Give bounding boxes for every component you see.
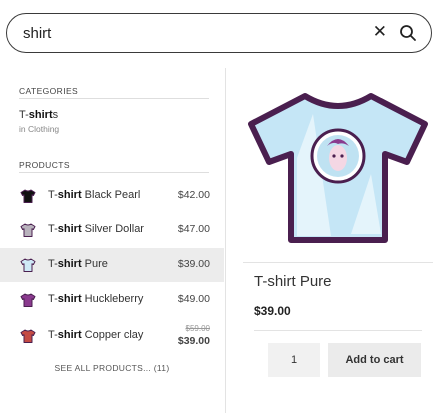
tshirt-shape	[20, 223, 36, 237]
products-divider	[19, 172, 209, 173]
product-price: $42.00	[177, 189, 210, 201]
search-icon[interactable]	[399, 24, 417, 42]
tshirt-icon	[248, 93, 428, 243]
panel-divider	[225, 68, 226, 413]
preview-price: $39.00	[254, 304, 291, 318]
product-shirt-emblem-eye	[340, 154, 344, 158]
product-name: T-shirt Copper clay	[48, 329, 144, 341]
product-shirt-emblem-face	[329, 145, 347, 171]
tshirt-icon	[20, 258, 36, 272]
see-all-products-link[interactable]: SEE ALL PRODUCTS... (11)	[0, 363, 224, 373]
product-price: $49.00	[177, 293, 210, 305]
category-item-tshirts[interactable]: T-shirts in Clothing	[19, 108, 209, 134]
tshirt-shape	[20, 293, 36, 307]
tshirt-shape	[20, 258, 36, 272]
product-shirt-emblem-eye	[332, 154, 336, 158]
add-to-cart-button[interactable]: Add to cart	[328, 343, 421, 377]
categories-heading: CATEGORIES	[19, 86, 79, 96]
tshirt-icon	[20, 293, 36, 307]
tshirt-icon	[20, 223, 36, 237]
search-input[interactable]	[23, 23, 353, 43]
tshirt-shape	[20, 189, 36, 203]
categories-divider	[19, 98, 209, 99]
product-row[interactable]: T-shirt Black Pearl $42.00	[0, 179, 224, 213]
tshirt-icon	[20, 189, 36, 203]
product-name: T-shirt Pure	[48, 258, 108, 270]
product-name: T-shirt Black Pearl	[48, 189, 141, 201]
preview-divider	[243, 262, 433, 263]
category-subtitle: in Clothing	[19, 124, 60, 134]
preview-title: T-shirt Pure	[254, 273, 332, 290]
product-name: T-shirt Silver Dollar	[48, 223, 144, 235]
tshirt-shape	[20, 329, 36, 343]
product-name: T-shirt Huckleberry	[48, 293, 144, 305]
search-bar: ✕	[6, 13, 432, 53]
product-price: $47.00	[177, 223, 210, 235]
close-icon[interactable]: ✕	[373, 22, 387, 42]
product-price: $39.00	[177, 258, 210, 270]
category-title: T-shirts	[19, 109, 59, 121]
product-price-original: $59.00	[185, 324, 210, 333]
products-heading: PRODUCTS	[19, 160, 70, 170]
product-row[interactable]: T-shirt Silver Dollar $47.00	[0, 213, 224, 247]
tshirt-icon	[20, 329, 36, 343]
product-row[interactable]: T-shirt Huckleberry $49.00	[0, 283, 224, 317]
quantity-input[interactable]	[268, 343, 320, 377]
product-row[interactable]: T-shirt Copper clay $59.00 $39.00	[0, 319, 224, 353]
product-row-active[interactable]: T-shirt Pure $39.00	[0, 248, 224, 282]
product-price-sale: $39.00	[177, 335, 210, 347]
preview-divider	[254, 330, 422, 331]
